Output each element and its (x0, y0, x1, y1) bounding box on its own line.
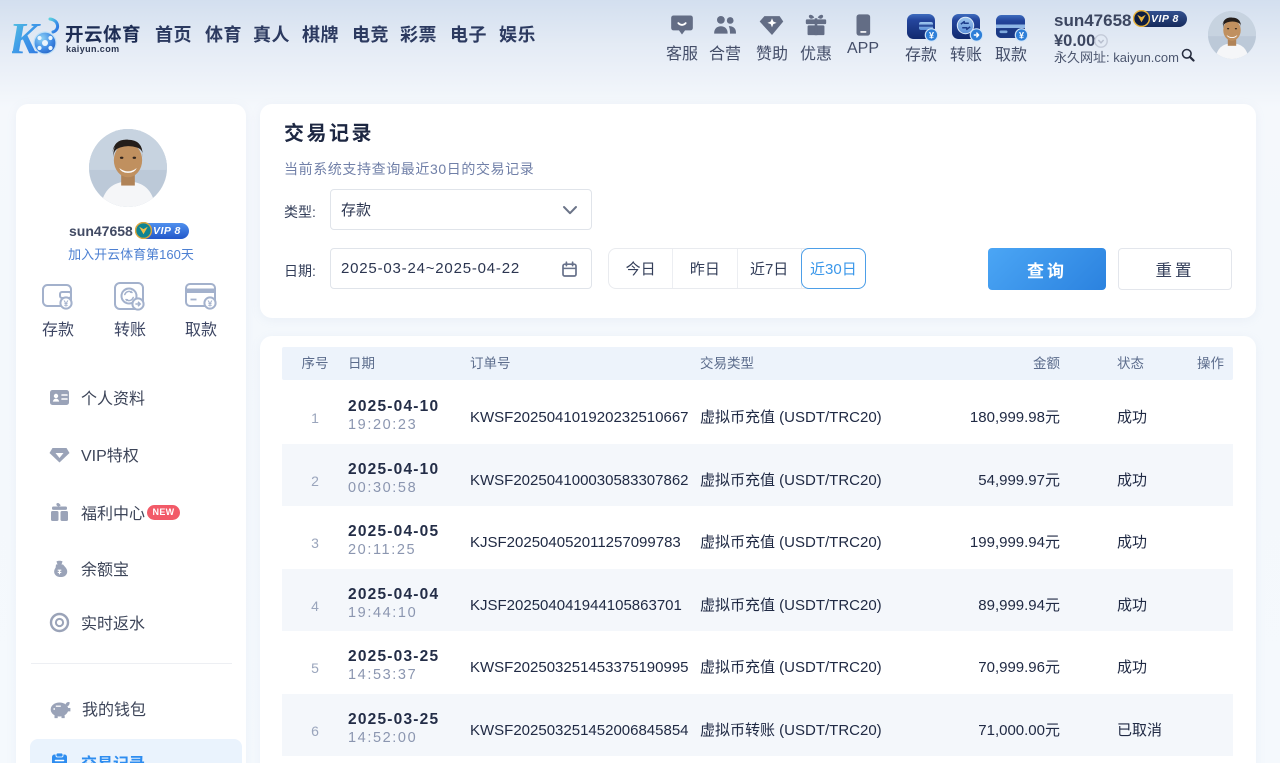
svg-text:¥: ¥ (64, 298, 69, 308)
svg-text:¥: ¥ (1019, 30, 1024, 40)
svg-text:¥: ¥ (208, 298, 213, 308)
svg-text:¥: ¥ (929, 30, 934, 40)
